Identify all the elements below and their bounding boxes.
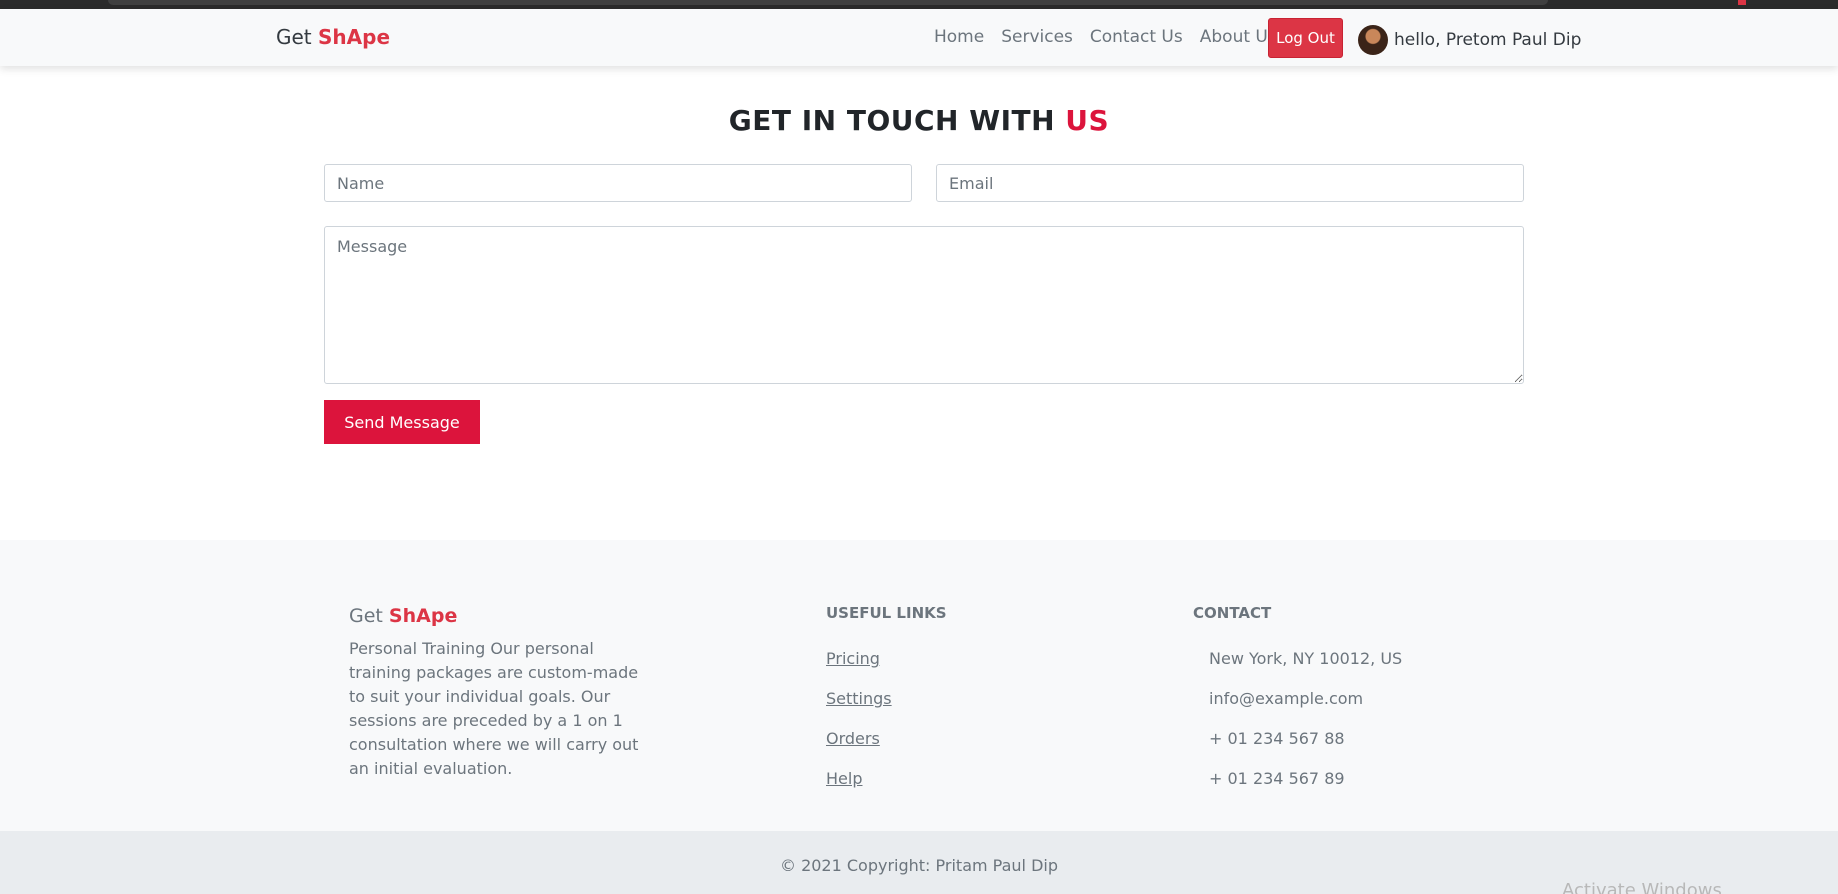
navbar-brand[interactable]: Get ShApe bbox=[276, 25, 390, 49]
title-accent: US bbox=[1065, 104, 1110, 137]
brand-accent: ShApe bbox=[318, 25, 391, 49]
avatar-icon bbox=[1358, 25, 1388, 55]
footer-description: Personal Training Our personal training … bbox=[349, 639, 639, 778]
page: Get ShApe Home Services Contact Us About… bbox=[0, 0, 1838, 894]
useful-links: Pricing Settings Orders Help bbox=[826, 649, 892, 809]
link-help[interactable]: Help bbox=[826, 769, 892, 809]
nav-contact-us[interactable]: Contact Us bbox=[1090, 27, 1183, 47]
windows-watermark: Activate Windows bbox=[1562, 880, 1722, 894]
contact-address: New York, NY 10012, US bbox=[1209, 649, 1403, 668]
navbar: Get ShApe Home Services Contact Us About… bbox=[0, 9, 1838, 66]
message-textarea[interactable] bbox=[324, 226, 1524, 384]
page-title: GET IN TOUCH WITH US bbox=[0, 104, 1838, 137]
email-input[interactable] bbox=[936, 164, 1524, 202]
send-message-button[interactable]: Send Message bbox=[324, 400, 480, 444]
nav-services[interactable]: Services bbox=[1001, 27, 1073, 47]
footer-brand-prefix: Get bbox=[349, 605, 383, 627]
contact-email: info@example.com bbox=[1209, 689, 1364, 708]
link-orders[interactable]: Orders bbox=[826, 729, 892, 769]
top-marker bbox=[1738, 0, 1746, 5]
footer: Get ShApe Personal Training Our personal… bbox=[0, 540, 1838, 831]
top-strip bbox=[0, 0, 1838, 9]
useful-links-heading: USEFUL LINKS bbox=[826, 604, 947, 622]
contact-phone-2: + 01 234 567 89 bbox=[1209, 769, 1345, 788]
footer-brand-accent: ShApe bbox=[388, 605, 458, 627]
link-pricing[interactable]: Pricing bbox=[826, 649, 892, 689]
nav-about-us[interactable]: About Us bbox=[1200, 27, 1277, 47]
browser-bar bbox=[108, 0, 1548, 5]
user-menu[interactable]: hello, Pretom Paul Dip bbox=[1358, 25, 1581, 55]
user-greeting: hello, Pretom Paul Dip bbox=[1394, 30, 1582, 50]
nav-home[interactable]: Home bbox=[934, 27, 984, 47]
nav-links: Home Services Contact Us About Us bbox=[934, 27, 1277, 47]
name-input[interactable] bbox=[324, 164, 912, 202]
title-prefix: GET IN TOUCH WITH bbox=[728, 104, 1056, 137]
contact-list: New York, NY 10012, US info@example.com … bbox=[1209, 649, 1402, 809]
copyright-text: © 2021 Copyright: Pritam Paul Dip bbox=[779, 856, 1058, 875]
logout-button[interactable]: Log Out bbox=[1268, 18, 1343, 58]
contact-phone-1: + 01 234 567 88 bbox=[1209, 729, 1345, 748]
brand-prefix: Get bbox=[276, 25, 312, 49]
contact-heading: CONTACT bbox=[1193, 604, 1272, 622]
link-settings[interactable]: Settings bbox=[826, 689, 892, 729]
footer-brand: Get ShApe bbox=[349, 605, 457, 627]
